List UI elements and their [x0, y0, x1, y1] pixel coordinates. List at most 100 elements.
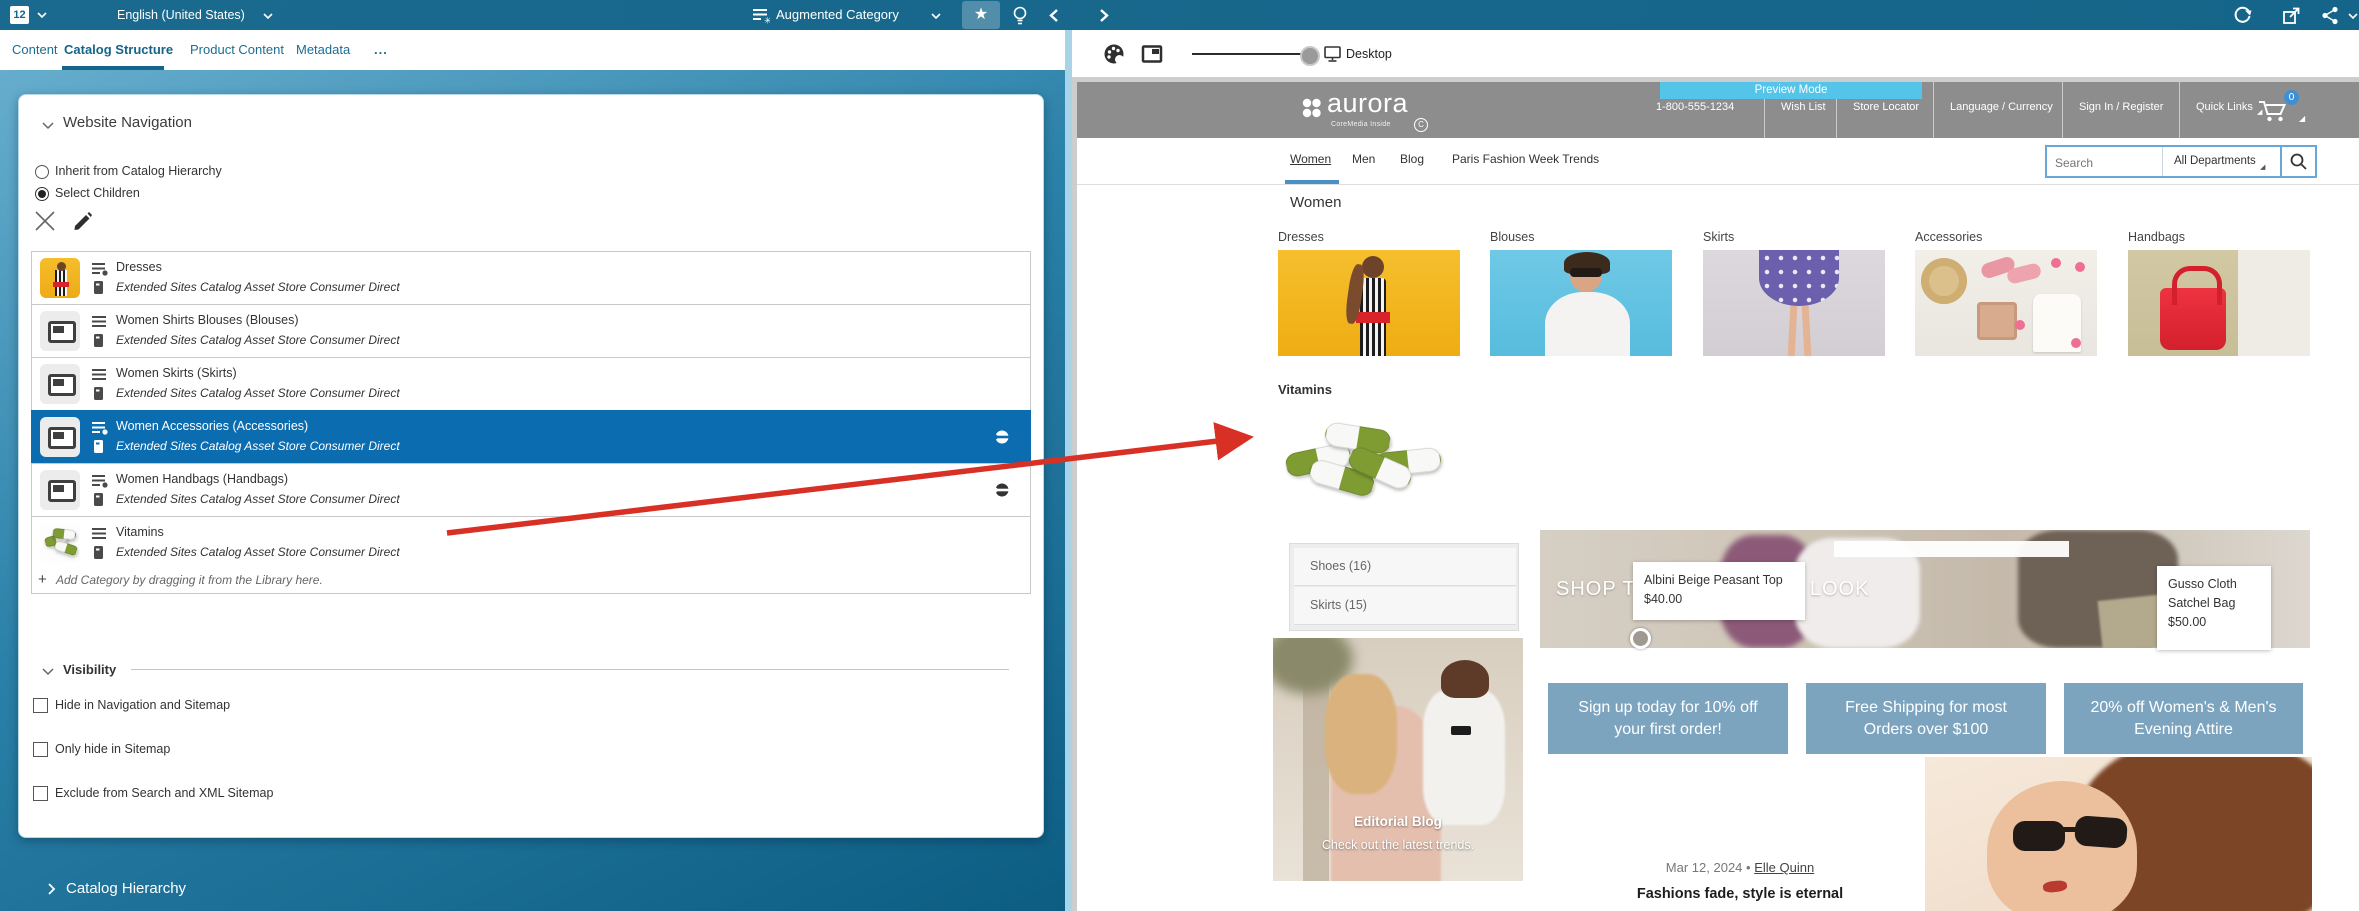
- context-selector[interactable]: Augmented Category: [776, 0, 899, 30]
- chevron-down-icon[interactable]: [930, 12, 942, 20]
- skirts-tile-image[interactable]: [1703, 250, 1885, 356]
- fashion-photo: [1925, 757, 2312, 911]
- visibility-section-title: Visibility: [63, 662, 116, 677]
- category-store: Extended Sites Catalog Asset Store Consu…: [116, 386, 400, 400]
- photo-decor: [1921, 258, 1967, 304]
- department-dropdown[interactable]: All Departments: [2174, 155, 2256, 167]
- category-row-skirts[interactable]: Women Skirts (Skirts) Extended Sites Cat…: [31, 357, 1031, 411]
- checkbox-only-hide-sitemap[interactable]: [33, 742, 48, 757]
- tile-label-skirts[interactable]: Skirts: [1703, 230, 1734, 244]
- article-title-link[interactable]: Fashions fade, style is eternal: [1560, 886, 1920, 902]
- nav-item-women[interactable]: Women: [1290, 152, 1331, 166]
- promo-evening-attire[interactable]: 20% off Women's & Men's Evening Attire: [2064, 683, 2303, 754]
- header-quick-links[interactable]: Quick Links: [2179, 82, 2253, 138]
- collapse-chevron-icon[interactable]: [41, 667, 55, 676]
- nav-item-blog[interactable]: Blog: [1400, 152, 1424, 166]
- category-thumbnail: [40, 470, 80, 510]
- tab-catalog-structure[interactable]: Catalog Structure: [64, 30, 173, 70]
- hotspot-tooltip-satchel-bag[interactable]: Gusso Cloth Satchel Bag $50.00: [2157, 566, 2271, 650]
- tab-metadata[interactable]: Metadata: [296, 30, 350, 70]
- open-in-new-window-icon[interactable]: [2282, 6, 2301, 25]
- category-name: Women Handbags (Handbags): [116, 472, 288, 486]
- app-window: 12 English (United States) ✳ Augmented C…: [0, 0, 2359, 911]
- category-row-accessories-selected[interactable]: Women Accessories (Accessories) Extended…: [31, 410, 1031, 464]
- accessories-tile-image[interactable]: [1915, 250, 2097, 356]
- tile-label-handbags[interactable]: Handbags: [2128, 230, 2185, 244]
- category-row-vitamins[interactable]: Vitamins Extended Sites Catalog Asset St…: [31, 516, 1031, 570]
- header-language-currency-link[interactable]: Language / Currency: [1933, 82, 2053, 138]
- photo-decor: [53, 540, 79, 557]
- search-submit-button[interactable]: [2280, 147, 2315, 176]
- device-width-slider-knob[interactable]: [1300, 46, 1320, 66]
- category-row-dresses[interactable]: Dresses Extended Sites Catalog Asset Sto…: [31, 251, 1031, 305]
- device-width-slider-track[interactable]: [1192, 53, 1307, 55]
- category-row-handbags[interactable]: Women Handbags (Handbags) Extended Sites…: [31, 463, 1031, 517]
- chevron-down-icon[interactable]: [2348, 12, 2359, 20]
- category-name: Vitamins: [116, 525, 164, 539]
- vitamins-tile-image[interactable]: [1283, 412, 1463, 507]
- editorial-blog-card[interactable]: Editorial Blog Check out the latest tren…: [1273, 638, 1523, 881]
- chevron-down-icon[interactable]: [36, 11, 48, 19]
- catalog-book-icon: [93, 439, 105, 454]
- chevron-left-icon[interactable]: [1048, 8, 1060, 23]
- tab-product-content[interactable]: Product Content: [190, 30, 284, 70]
- nav-item-men[interactable]: Men: [1352, 152, 1375, 166]
- photo-decor: [1759, 250, 1839, 306]
- tile-label-dresses[interactable]: Dresses: [1278, 230, 1324, 244]
- category-thumbnail: [40, 258, 80, 298]
- photo-decor: [1423, 690, 1505, 825]
- category-store: Extended Sites Catalog Asset Store Consu…: [116, 333, 400, 347]
- radio-select-children[interactable]: [35, 187, 49, 201]
- promo-signup-discount[interactable]: Sign up today for 10% off your first ord…: [1548, 683, 1788, 754]
- radio-inherit[interactable]: [35, 165, 49, 179]
- article-date: Mar 12, 2024: [1666, 860, 1743, 875]
- collapse-chevron-icon[interactable]: [41, 121, 55, 130]
- checkbox-hide-nav-sitemap[interactable]: [33, 698, 48, 713]
- remove-icon[interactable]: [33, 209, 57, 233]
- section-divider: [131, 669, 1009, 670]
- layout-frame-icon[interactable]: [1141, 43, 1164, 66]
- store-logo-text[interactable]: aurora: [1327, 88, 1408, 119]
- app-menu-button[interactable]: 12: [10, 6, 29, 24]
- header-signin-register-link[interactable]: Sign In / Register: [2062, 82, 2163, 138]
- tab-overflow-menu[interactable]: ...: [374, 30, 388, 70]
- tile-label-blouses[interactable]: Blouses: [1490, 230, 1534, 244]
- category-store: Extended Sites Catalog Asset Store Consu…: [116, 545, 400, 559]
- dresses-tile-image[interactable]: [1278, 250, 1460, 356]
- expand-chevron-right-icon[interactable]: [46, 882, 57, 896]
- placeholder-image-icon: [53, 379, 64, 386]
- tile-label-accessories[interactable]: Accessories: [1915, 230, 1982, 244]
- blog-card-title: Editorial Blog: [1273, 814, 1523, 829]
- add-category-dropzone[interactable]: + Add Category by dragging it from the L…: [31, 568, 1031, 594]
- search-input[interactable]: [2053, 151, 2157, 174]
- promo-free-shipping[interactable]: Free Shipping for most Orders over $100: [1806, 683, 2046, 754]
- chevron-down-icon[interactable]: [262, 12, 274, 20]
- share-icon[interactable]: [2320, 5, 2341, 26]
- caret-icon: ◢: [2299, 114, 2305, 123]
- refresh-icon[interactable]: [2232, 5, 2253, 26]
- nav-item-paris-fashion-week[interactable]: Paris Fashion Week Trends: [1452, 152, 1599, 166]
- facet-shoes[interactable]: Shoes (16): [1294, 548, 1516, 586]
- blouses-tile-image[interactable]: [1490, 250, 1672, 356]
- article-author-link[interactable]: Elle Quinn: [1754, 860, 1814, 875]
- facet-panel: Shoes (16) Skirts (15): [1289, 543, 1519, 631]
- catalog-hierarchy-expander[interactable]: Catalog Hierarchy: [66, 880, 186, 897]
- radio-inherit-label: Inherit from Catalog Hierarchy: [55, 164, 222, 178]
- edit-pencil-icon[interactable]: [71, 209, 95, 233]
- theme-palette-icon[interactable]: [1103, 43, 1126, 66]
- product-hotspot-marker[interactable]: [1630, 628, 1651, 649]
- facet-skirts[interactable]: Skirts (15): [1294, 587, 1516, 625]
- svg-text:✳: ✳: [764, 16, 770, 25]
- language-selector[interactable]: English (United States): [117, 0, 245, 30]
- category-store: Extended Sites Catalog Asset Store Consu…: [116, 492, 400, 506]
- lightbulb-icon[interactable]: [1012, 5, 1028, 26]
- checkbox-exclude-search-xml[interactable]: [33, 786, 48, 801]
- category-row-blouses[interactable]: Women Shirts Blouses (Blouses) Extended …: [31, 304, 1031, 358]
- globe-status-icon: [994, 429, 1010, 445]
- hotspot-tooltip-peasant-top[interactable]: Albini Beige Peasant Top $40.00: [1633, 562, 1805, 620]
- tab-content[interactable]: Content: [12, 30, 58, 70]
- favorites-star-button[interactable]: ★: [962, 1, 1000, 29]
- chevron-right-icon[interactable]: [1098, 8, 1110, 23]
- pane-splitter[interactable]: [1065, 30, 1072, 911]
- handbags-tile-image[interactable]: [2128, 250, 2310, 356]
